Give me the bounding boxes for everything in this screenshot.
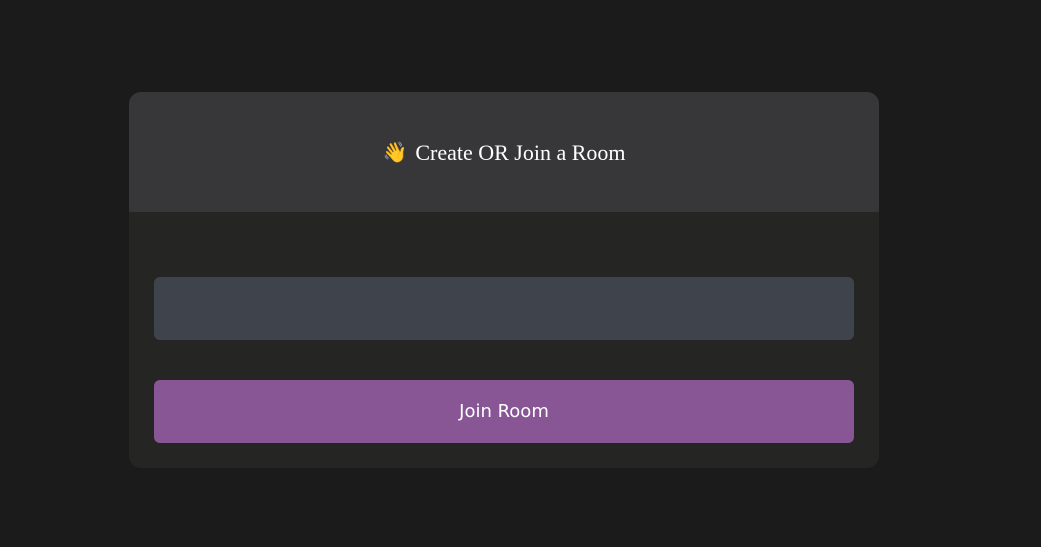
join-room-button[interactable]: Join Room [154, 380, 854, 443]
page-title: 👋 Create OR Join a Room [382, 140, 625, 166]
room-name-input[interactable] [154, 277, 854, 340]
room-card-body: Join Room [129, 212, 879, 468]
waving-hand-icon: 👋 [382, 142, 408, 164]
room-card-header: 👋 Create OR Join a Room [129, 92, 879, 212]
page-title-text: Create OR Join a Room [415, 140, 626, 165]
room-card: 👋 Create OR Join a Room Join Room [129, 92, 879, 468]
